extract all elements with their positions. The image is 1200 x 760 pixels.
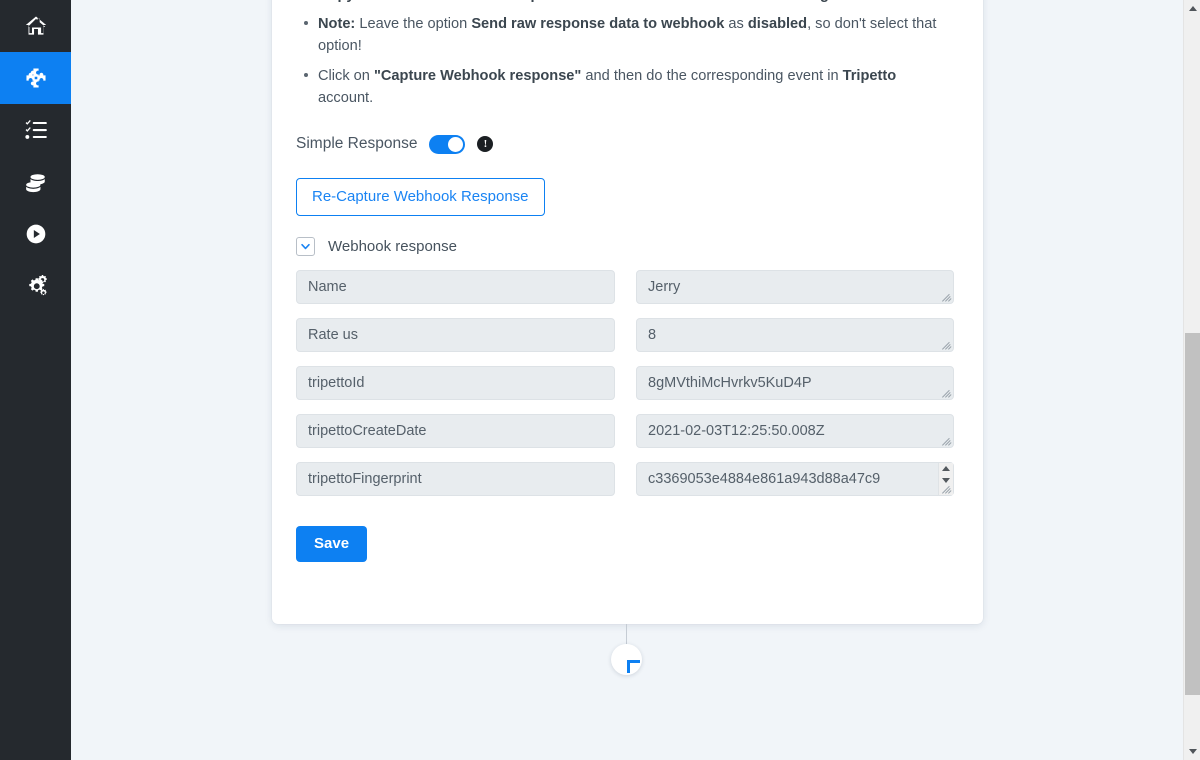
field-value-input[interactable] [636,461,954,496]
triangle-up-icon [1188,6,1197,11]
field-key-input[interactable] [296,269,615,304]
field-value-wrap [636,317,954,352]
scrollbar-up-button[interactable] [1184,0,1200,17]
field-scroll-track[interactable] [938,486,953,495]
instruction-text: the [354,0,382,3]
field-value-input[interactable] [636,365,954,400]
instruction-text: as [724,16,748,33]
instruction-text: and then do the corresponding event in [581,67,843,84]
toggle-knob [448,136,464,152]
recapture-webhook-response-button[interactable]: Re-Capture Webhook Response [296,177,545,216]
field-value-input[interactable] [636,413,954,448]
webhook-response-header: Webhook response [296,236,957,256]
integration-icon [23,65,49,91]
main-canvas: Copy the webhook url above & paste it un… [71,0,1200,760]
field-row [296,269,957,304]
instruction-text: account. [318,89,374,106]
simple-response-toggle[interactable] [429,134,466,154]
sidebar-item-home[interactable] [0,0,71,52]
instruction-text: Click on [318,67,374,84]
instruction-emphasis: disabled [747,16,808,33]
scrollbar-down-button[interactable] [1184,743,1200,760]
instruction-emphasis: Tripetto [842,67,897,84]
instruction-emphasis: Note: [318,16,356,33]
database-icon [23,169,49,195]
sidebar-item-run[interactable] [0,208,71,260]
triangle-up-icon [942,466,950,472]
instruction-item: Click on "Capture Webhook response" and … [304,65,957,109]
instruction-emphasis: Post the data to the following URL: [625,0,867,3]
save-button[interactable]: Save [296,525,368,562]
instruction-list: Copy the webhook url above & paste it un… [296,0,957,109]
sidebar-item-settings[interactable] [0,260,71,312]
field-value-wrap [636,365,954,400]
checklist-icon [23,117,49,143]
field-key-input[interactable] [296,365,615,400]
page-scrollbar[interactable] [1183,0,1200,760]
field-value-input[interactable] [636,317,954,352]
instruction-emphasis: paste [531,0,569,3]
home-icon [23,13,49,39]
instruction-emphasis: webhook url [383,0,469,3]
chevron-down-icon [300,241,311,252]
webhook-field-list [296,269,957,496]
info-icon[interactable]: ! [477,136,494,153]
instruction-item: Copy the webhook url above & paste it un… [318,0,957,6]
webhook-step-card: Copy the webhook url above & paste it un… [272,0,983,624]
instruction-text: field [868,0,899,3]
triangle-down-icon [1188,749,1197,754]
simple-response-row: Simple Response ! [296,134,957,154]
field-key-input[interactable] [296,317,615,352]
instruction-emphasis: Copy [318,0,354,3]
instruction-text: it under [569,0,626,3]
scrollbar-thumb[interactable] [1185,333,1200,695]
instruction-emphasis: "Capture Webhook response" [373,67,582,84]
field-row [296,413,957,448]
sidebar-item-tasks[interactable] [0,104,71,156]
sidebar [0,0,71,760]
simple-response-label: Simple Response [296,135,418,153]
field-value-wrap [636,269,954,304]
instruction-item: Note: Leave the option Send raw response… [304,13,957,57]
instruction-text: Leave the option [355,16,472,33]
gears-icon [23,273,49,299]
field-row [296,365,957,400]
play-icon [23,221,49,247]
add-step-button[interactable] [611,644,642,675]
field-row [296,461,957,496]
field-value-wrap [636,413,954,448]
webhook-response-label: Webhook response [328,237,457,255]
field-value-input[interactable] [636,269,954,304]
field-value-wrap [636,461,954,496]
field-row [296,317,957,352]
triangle-down-icon [942,478,950,484]
field-scroll-spinner[interactable] [938,462,953,487]
instruction-emphasis: Send raw response data to webhook [471,16,725,33]
field-key-input[interactable] [296,413,615,448]
field-key-input[interactable] [296,461,615,496]
sidebar-item-data[interactable] [0,156,71,208]
instruction-text: above & [469,0,531,3]
sidebar-item-integration[interactable] [0,52,71,104]
collapse-toggle-button[interactable] [296,236,315,256]
